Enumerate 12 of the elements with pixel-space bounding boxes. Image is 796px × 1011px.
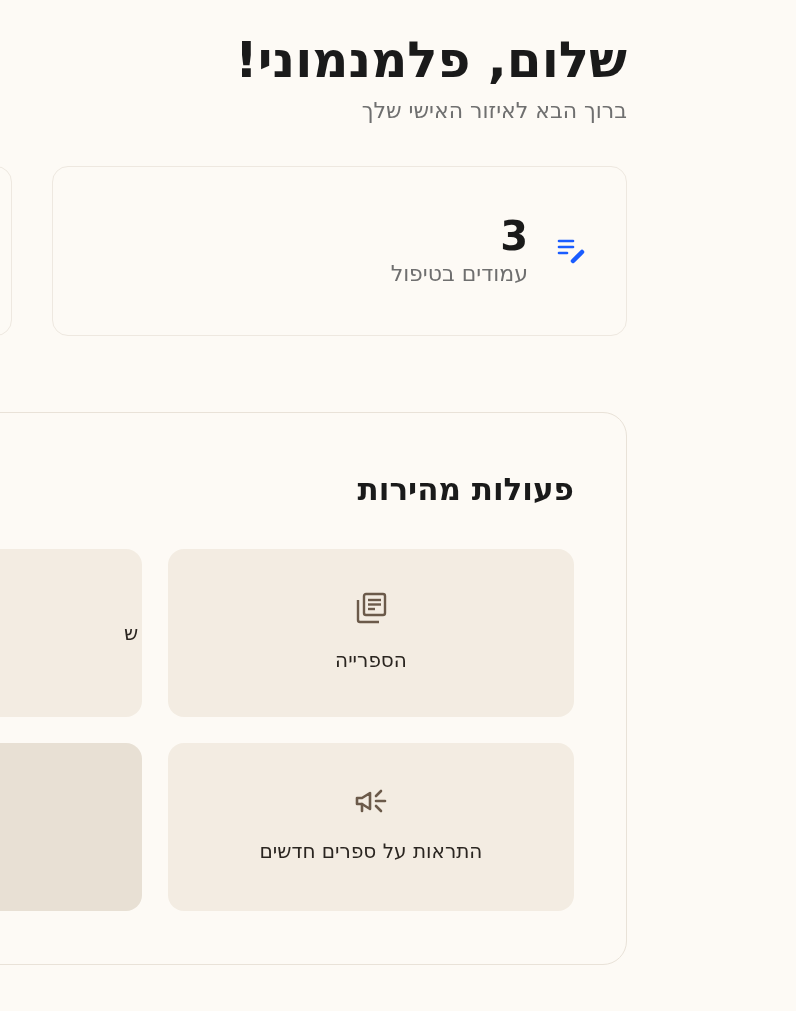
quick-action-tile[interactable]: התראות על ספרים חדשים: [168, 742, 574, 911]
tile-label: ש: [124, 619, 139, 647]
tile-label: התראות על ספרים חדשים: [259, 837, 483, 865]
stat-value: 3: [500, 212, 528, 261]
quick-action-tile[interactable]: ש: [0, 548, 142, 717]
stacked-document-icon: [354, 590, 388, 625]
quick-action-tile[interactable]: הספרייה: [168, 548, 574, 717]
greeting-title: שלום, פלמנמוני!: [233, 30, 627, 91]
stat-label: עמודים בטיפול: [390, 260, 528, 289]
section-title: פעולות מהירות: [356, 469, 574, 509]
greeting-subtitle: ברוך הבא לאיזור האישי שלך: [360, 97, 627, 125]
tile-label: הספרייה: [335, 646, 407, 674]
